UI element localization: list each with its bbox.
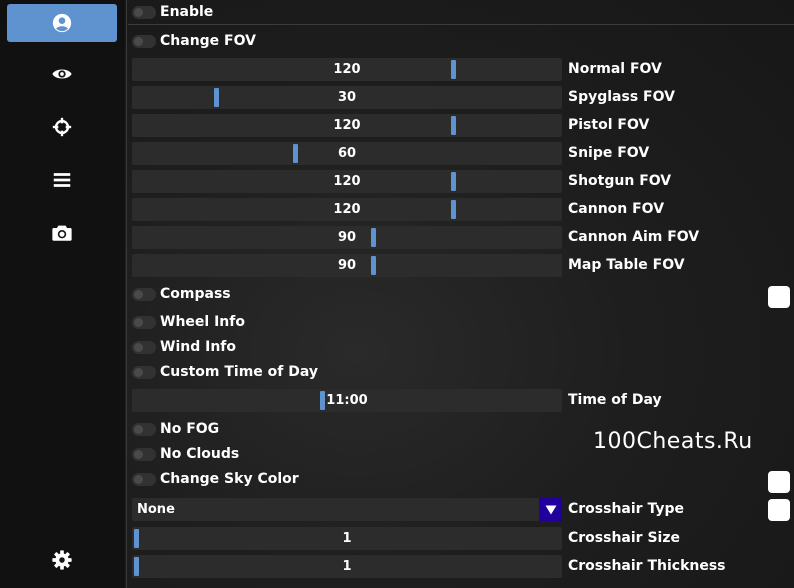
toggle-switch[interactable]	[132, 422, 156, 436]
sidebar	[0, 0, 125, 588]
toggle-switch[interactable]	[132, 287, 156, 301]
eye-icon	[52, 69, 72, 79]
wheel-info-toggle[interactable]: Wheel Info	[132, 311, 245, 333]
sidebar-item-settings[interactable]	[7, 541, 117, 579]
map-table-fov-slider[interactable]: 90	[132, 254, 562, 277]
camera-icon	[52, 225, 72, 241]
crosshair-size-slider[interactable]: 1	[132, 527, 562, 550]
slider-grab[interactable]	[292, 144, 298, 163]
slider-value: 90	[337, 258, 357, 273]
sidebar-item-visuals[interactable]	[7, 55, 117, 93]
slider-value: 120	[333, 62, 361, 77]
slider-grab[interactable]	[134, 529, 139, 548]
normal-fov-slider[interactable]: 120	[132, 58, 562, 81]
toggle-switch[interactable]	[132, 34, 156, 48]
crosshair-color-swatch[interactable]	[768, 499, 790, 521]
slider-grab[interactable]	[134, 557, 139, 576]
time-of-day-slider[interactable]: 11:00	[132, 389, 562, 412]
combo-arrow-button[interactable]	[539, 498, 562, 521]
slider-value: 90	[337, 230, 357, 245]
slider-grab[interactable]	[214, 88, 220, 107]
snipe-fov-label: Snipe FOV	[568, 145, 650, 161]
slider-value: 1	[342, 531, 352, 546]
wind-info-toggle[interactable]: Wind Info	[132, 336, 236, 358]
snipe-fov-slider[interactable]: 60	[132, 142, 562, 165]
map-table-fov-label: Map Table FOV	[568, 257, 685, 273]
spyglass-fov-label: Spyglass FOV	[568, 89, 675, 105]
sidebar-divider	[126, 0, 127, 588]
shotgun-fov-label: Shotgun FOV	[568, 173, 672, 189]
no-fog-toggle[interactable]: No FOG	[132, 418, 219, 440]
cannon-fov-label: Cannon FOV	[568, 201, 665, 217]
pistol-fov-label: Pistol FOV	[568, 117, 650, 133]
crosshair-type-combo[interactable]: None	[132, 498, 562, 521]
normal-fov-label: Normal FOV	[568, 61, 662, 77]
crosshair-type-label: Crosshair Type	[568, 501, 684, 517]
no-clouds-label: No Clouds	[160, 446, 240, 462]
compass-toggle[interactable]: Compass	[132, 283, 231, 305]
user-circle-icon	[52, 13, 72, 33]
triangle-down-icon	[545, 505, 556, 514]
custom-time-toggle[interactable]: Custom Time of Day	[132, 361, 318, 383]
slider-grab[interactable]	[370, 228, 376, 247]
slider-grab[interactable]	[320, 391, 326, 410]
shotgun-fov-slider[interactable]: 120	[132, 170, 562, 193]
slider-grab[interactable]	[451, 172, 457, 191]
slider-grab[interactable]	[451, 60, 457, 79]
toggle-switch[interactable]	[132, 340, 156, 354]
wind-info-label: Wind Info	[160, 339, 236, 355]
sidebar-item-camera[interactable]	[7, 214, 117, 252]
compass-color-swatch[interactable]	[768, 286, 790, 308]
enable-label: Enable	[160, 4, 214, 20]
slider-value: 11:00	[326, 393, 368, 408]
change-sky-color-label: Change Sky Color	[160, 471, 299, 487]
wheel-info-label: Wheel Info	[160, 314, 245, 330]
toggle-switch[interactable]	[132, 5, 156, 19]
sky-color-swatch[interactable]	[768, 471, 790, 493]
watermark: 100Cheats.Ru	[593, 429, 753, 454]
slider-value: 120	[333, 118, 361, 133]
toggle-switch[interactable]	[132, 472, 156, 486]
sidebar-item-player[interactable]	[7, 4, 117, 42]
no-clouds-toggle[interactable]: No Clouds	[132, 443, 239, 465]
time-of-day-label: Time of Day	[568, 392, 662, 408]
sidebar-item-misc[interactable]	[7, 161, 117, 199]
cannon-aim-fov-slider[interactable]: 90	[132, 226, 562, 249]
sidebar-item-aim[interactable]	[7, 108, 117, 146]
change-sky-color-toggle[interactable]: Change Sky Color	[132, 468, 299, 490]
list-icon	[53, 173, 71, 187]
change-fov-label: Change FOV	[160, 33, 256, 49]
combo-value: None	[137, 502, 175, 517]
pistol-fov-slider[interactable]: 120	[132, 114, 562, 137]
toggle-switch[interactable]	[132, 315, 156, 329]
compass-label: Compass	[160, 286, 231, 302]
spyglass-fov-slider[interactable]: 30	[132, 86, 562, 109]
slider-value: 30	[337, 90, 357, 105]
change-fov-toggle[interactable]: Change FOV	[132, 30, 256, 52]
crosshair-icon	[52, 117, 72, 137]
slider-value: 120	[333, 174, 361, 189]
toggle-switch[interactable]	[132, 447, 156, 461]
slider-value: 60	[337, 146, 357, 161]
crosshair-thickness-label: Crosshair Thickness	[568, 558, 726, 574]
cannon-fov-slider[interactable]: 120	[132, 198, 562, 221]
slider-grab[interactable]	[451, 200, 457, 219]
gear-icon	[52, 550, 72, 570]
toggle-switch[interactable]	[132, 365, 156, 379]
crosshair-size-label: Crosshair Size	[568, 530, 680, 546]
separator	[128, 24, 794, 25]
slider-value: 1	[342, 559, 352, 574]
slider-grab[interactable]	[451, 116, 457, 135]
cannon-aim-fov-label: Cannon Aim FOV	[568, 229, 700, 245]
slider-grab[interactable]	[370, 256, 376, 275]
enable-toggle[interactable]: Enable	[132, 1, 213, 23]
slider-value: 120	[333, 202, 361, 217]
custom-time-label: Custom Time of Day	[160, 364, 318, 380]
crosshair-thickness-slider[interactable]: 1	[132, 555, 562, 578]
no-fog-label: No FOG	[160, 421, 220, 437]
